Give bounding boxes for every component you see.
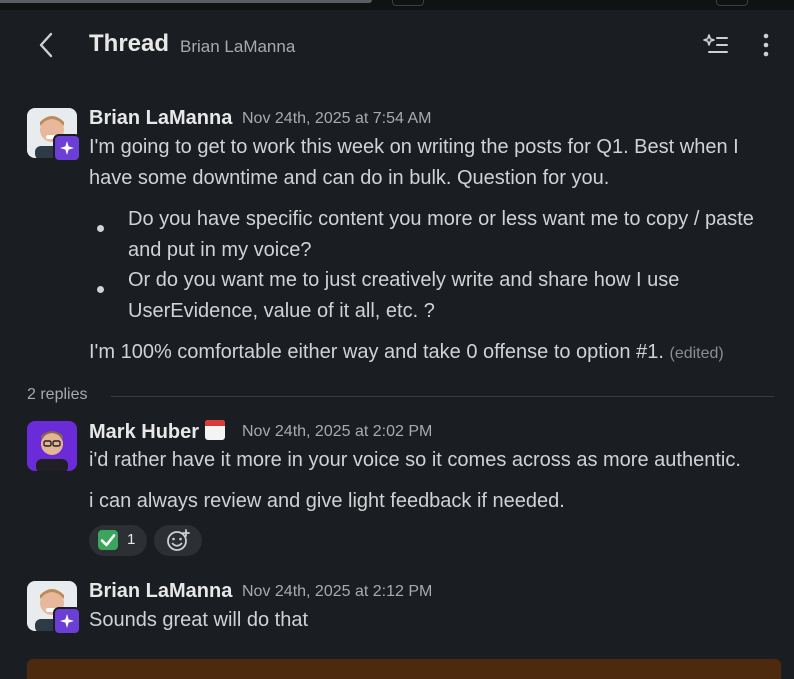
author-name-text: Mark Huber xyxy=(89,421,200,443)
replies-divider xyxy=(111,396,774,397)
composer-banner[interactable] xyxy=(27,659,781,679)
avatar[interactable] xyxy=(27,581,81,635)
toolbar-button-edge[interactable] xyxy=(716,0,748,6)
message-text-line: i'd rather have it more in your voice so… xyxy=(89,449,741,471)
sparkle-badge-icon xyxy=(60,614,74,628)
add-reaction-button[interactable] xyxy=(154,525,202,556)
ai-summary-button[interactable] xyxy=(703,32,729,58)
author-name[interactable]: Brian LaManna xyxy=(89,107,232,130)
avatar[interactable] xyxy=(27,108,81,162)
bullet-dot xyxy=(97,286,104,293)
workflow-badge xyxy=(53,607,81,635)
bullet-item-line: and put in my voice? xyxy=(128,239,312,261)
back-button[interactable] xyxy=(37,31,57,59)
author-name[interactable]: Brian LaManna xyxy=(89,580,232,603)
bullet-item-line: UserEvidence, value of it all, etc. ? xyxy=(128,300,435,322)
message-text-line: have some downtime and can do in bulk. Q… xyxy=(89,167,610,189)
window-edge xyxy=(0,0,372,3)
reaction-count: 1 xyxy=(127,531,136,548)
white-check-mark-icon xyxy=(98,530,118,550)
message-text-line: I'm 100% comfortable either way and take… xyxy=(89,337,724,369)
author-name[interactable]: Mark Huber xyxy=(89,420,226,444)
message-timestamp[interactable]: Nov 24th, 2025 at 2:12 PM xyxy=(242,583,432,601)
message-timestamp[interactable]: Nov 24th, 2025 at 7:54 AM xyxy=(242,110,431,128)
vertical-dots-icon xyxy=(763,33,769,57)
channel-subtitle[interactable]: Brian LaManna xyxy=(180,37,295,57)
sparkle-badge-icon xyxy=(60,141,74,155)
bullet-item-line: Or do you want me to just creatively wri… xyxy=(128,269,680,291)
message-text-line: i can always review and give light feedb… xyxy=(89,490,565,512)
avatar[interactable] xyxy=(27,421,77,471)
message-text-line: I'm going to get to work this week on wr… xyxy=(89,136,739,158)
reaction-pill[interactable]: 1 xyxy=(89,525,147,556)
thread-header: Thread Brian LaManna xyxy=(7,10,794,80)
chevron-left-icon xyxy=(39,32,53,58)
sparkle-list-icon xyxy=(703,34,728,53)
thread-panel: Thread Brian LaManna Brian LaManna Nov 2… xyxy=(7,10,794,679)
replies-count: 2 replies xyxy=(27,386,88,403)
bullet-item-line: Do you have specific content you more or… xyxy=(128,208,754,230)
more-options-button[interactable] xyxy=(757,32,775,58)
bullet-dot xyxy=(97,225,104,232)
message-timestamp[interactable]: Nov 24th, 2025 at 2:02 PM xyxy=(242,423,432,441)
calendar-icon xyxy=(205,420,226,440)
top-strip xyxy=(0,0,794,10)
add-emoji-icon xyxy=(167,529,190,551)
avatar-photo xyxy=(27,421,77,471)
toolbar-button-edge[interactable] xyxy=(392,0,424,6)
edited-label: (edited) xyxy=(669,345,724,362)
closing-text: I'm 100% comfortable either way and take… xyxy=(89,341,664,363)
workflow-badge xyxy=(53,134,81,162)
message-text-line: Sounds great will do that xyxy=(89,609,309,631)
page-title: Thread xyxy=(89,30,170,57)
